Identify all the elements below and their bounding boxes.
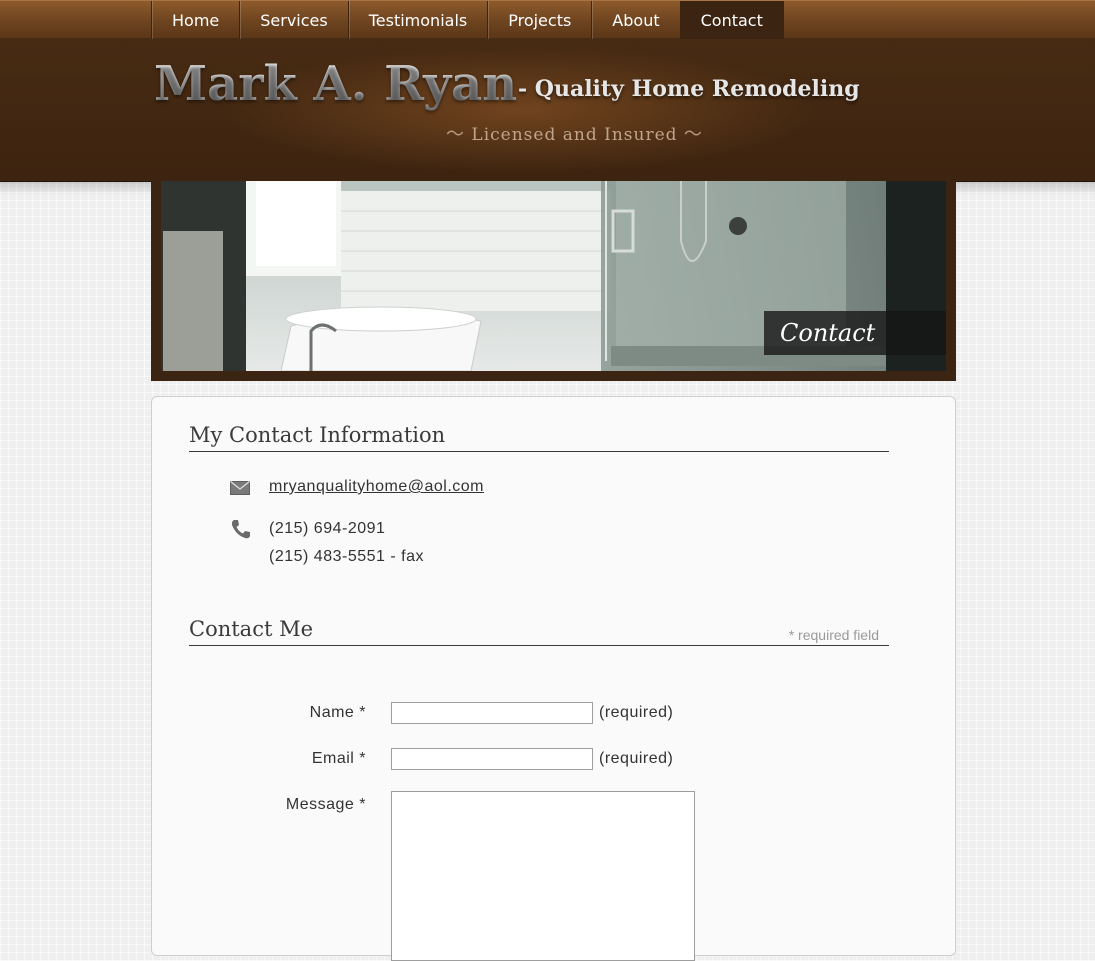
brand-tagline: - Quality Home Remodeling [518,76,860,102]
hero-caption: Contact [764,311,946,355]
brand-name: Mark A. Ryan [154,56,518,112]
email-required-hint: (required) [599,750,674,767]
content-panel: My Contact Information mryanqualityhome@… [151,396,956,961]
nav-about[interactable]: About [592,1,681,39]
nav-projects[interactable]: Projects [488,1,593,39]
contact-info-title: My Contact Information [189,423,446,447]
name-label: Name * [309,704,366,721]
site-logo[interactable]: Mark A. Ryan - Quality Home Remodeling [154,56,860,112]
contact-form-title: Contact Me [189,617,314,641]
swirl-left-icon: ～ [446,124,465,145]
site-header: Home Services Testimonials Projects Abou… [0,0,1095,195]
phone-number: (215) 694-2091 [269,520,386,537]
message-label: Message * [285,796,366,813]
contact-form-heading: Contact Me * required field [189,617,889,646]
name-required-hint: (required) [599,704,674,721]
message-textarea[interactable] [391,791,695,961]
email-label: Email * [311,750,366,767]
nav-home[interactable]: Home [152,1,241,39]
nav-contact[interactable]: Contact [680,1,784,39]
email-row: mryanqualityhome@aol.com [269,478,484,496]
contact-info-heading: My Contact Information [189,423,889,452]
name-field[interactable] [391,702,593,724]
nav-bar: Home Services Testimonials Projects Abou… [0,0,1095,39]
fax-number: (215) 483-5551 - fax [269,548,424,565]
licensed-text: Licensed and Insured [471,125,678,145]
email-link[interactable]: mryanqualityhome@aol.com [269,478,484,495]
licensed-banner: ～ Licensed and Insured ～ [446,120,703,146]
nav-services[interactable]: Services [240,1,349,39]
nav-testimonials[interactable]: Testimonials [349,1,489,39]
telephone-icon [230,518,252,545]
envelope-icon [230,480,250,500]
required-field-note: * required field [788,627,879,643]
main-nav: Home Services Testimonials Projects Abou… [151,1,784,39]
email-field[interactable] [391,748,593,770]
hero-banner: Contact [151,181,956,381]
swirl-right-icon: ～ [683,124,703,145]
